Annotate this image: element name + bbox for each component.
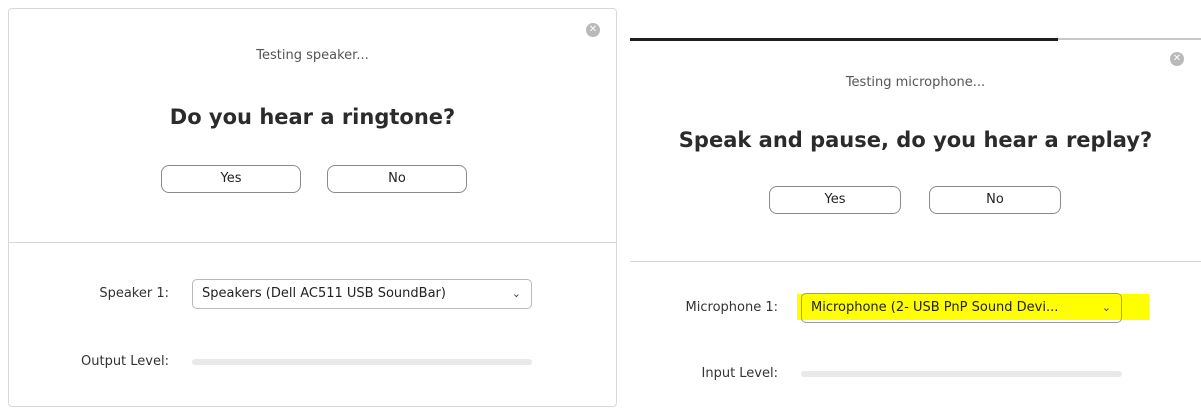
speaker-device-select[interactable]: Speakers (Dell AC511 USB SoundBar) ⌄ [192, 279, 532, 309]
speaker-test-dialog: ✕ Testing speaker... Do you hear a ringt… [8, 8, 617, 407]
speaker-status-text: Testing speaker... [256, 48, 369, 63]
close-icon[interactable]: ✕ [1170, 52, 1184, 66]
mic-question: Speak and pause, do you hear a replay? [678, 128, 1153, 152]
mic-device-select[interactable]: Microphone (2- USB PnP Sound Devi... ⌄ [801, 293, 1122, 323]
speaker-question: Do you hear a ringtone? [169, 105, 456, 129]
output-level-label: Output Level: [81, 354, 169, 369]
mic-no-button[interactable]: No [929, 186, 1061, 214]
speaker-no-button[interactable]: No [327, 165, 467, 193]
input-level-meter [801, 371, 1122, 377]
section-divider [9, 242, 616, 243]
speaker-device-label: Speaker 1: [99, 286, 169, 301]
mic-device-label: Microphone 1: [685, 300, 778, 315]
window-top-border [630, 38, 1058, 41]
window-top-border-light [1058, 38, 1201, 40]
close-icon[interactable]: ✕ [586, 23, 600, 37]
chevron-down-icon: ⌄ [511, 287, 521, 300]
microphone-test-dialog: ✕ Testing microphone... Speak and pause,… [630, 38, 1201, 409]
input-level-label: Input Level: [701, 366, 779, 381]
section-divider [630, 261, 1201, 262]
speaker-device-value: Speakers (Dell AC511 USB SoundBar) [202, 286, 446, 301]
output-level-meter [192, 359, 532, 365]
chevron-down-icon: ⌄ [1101, 301, 1111, 314]
mic-yes-button[interactable]: Yes [769, 186, 901, 214]
mic-status-text: Testing microphone... [845, 75, 986, 90]
mic-device-value: Microphone (2- USB PnP Sound Devi... [811, 300, 1059, 315]
speaker-yes-button[interactable]: Yes [161, 165, 301, 193]
